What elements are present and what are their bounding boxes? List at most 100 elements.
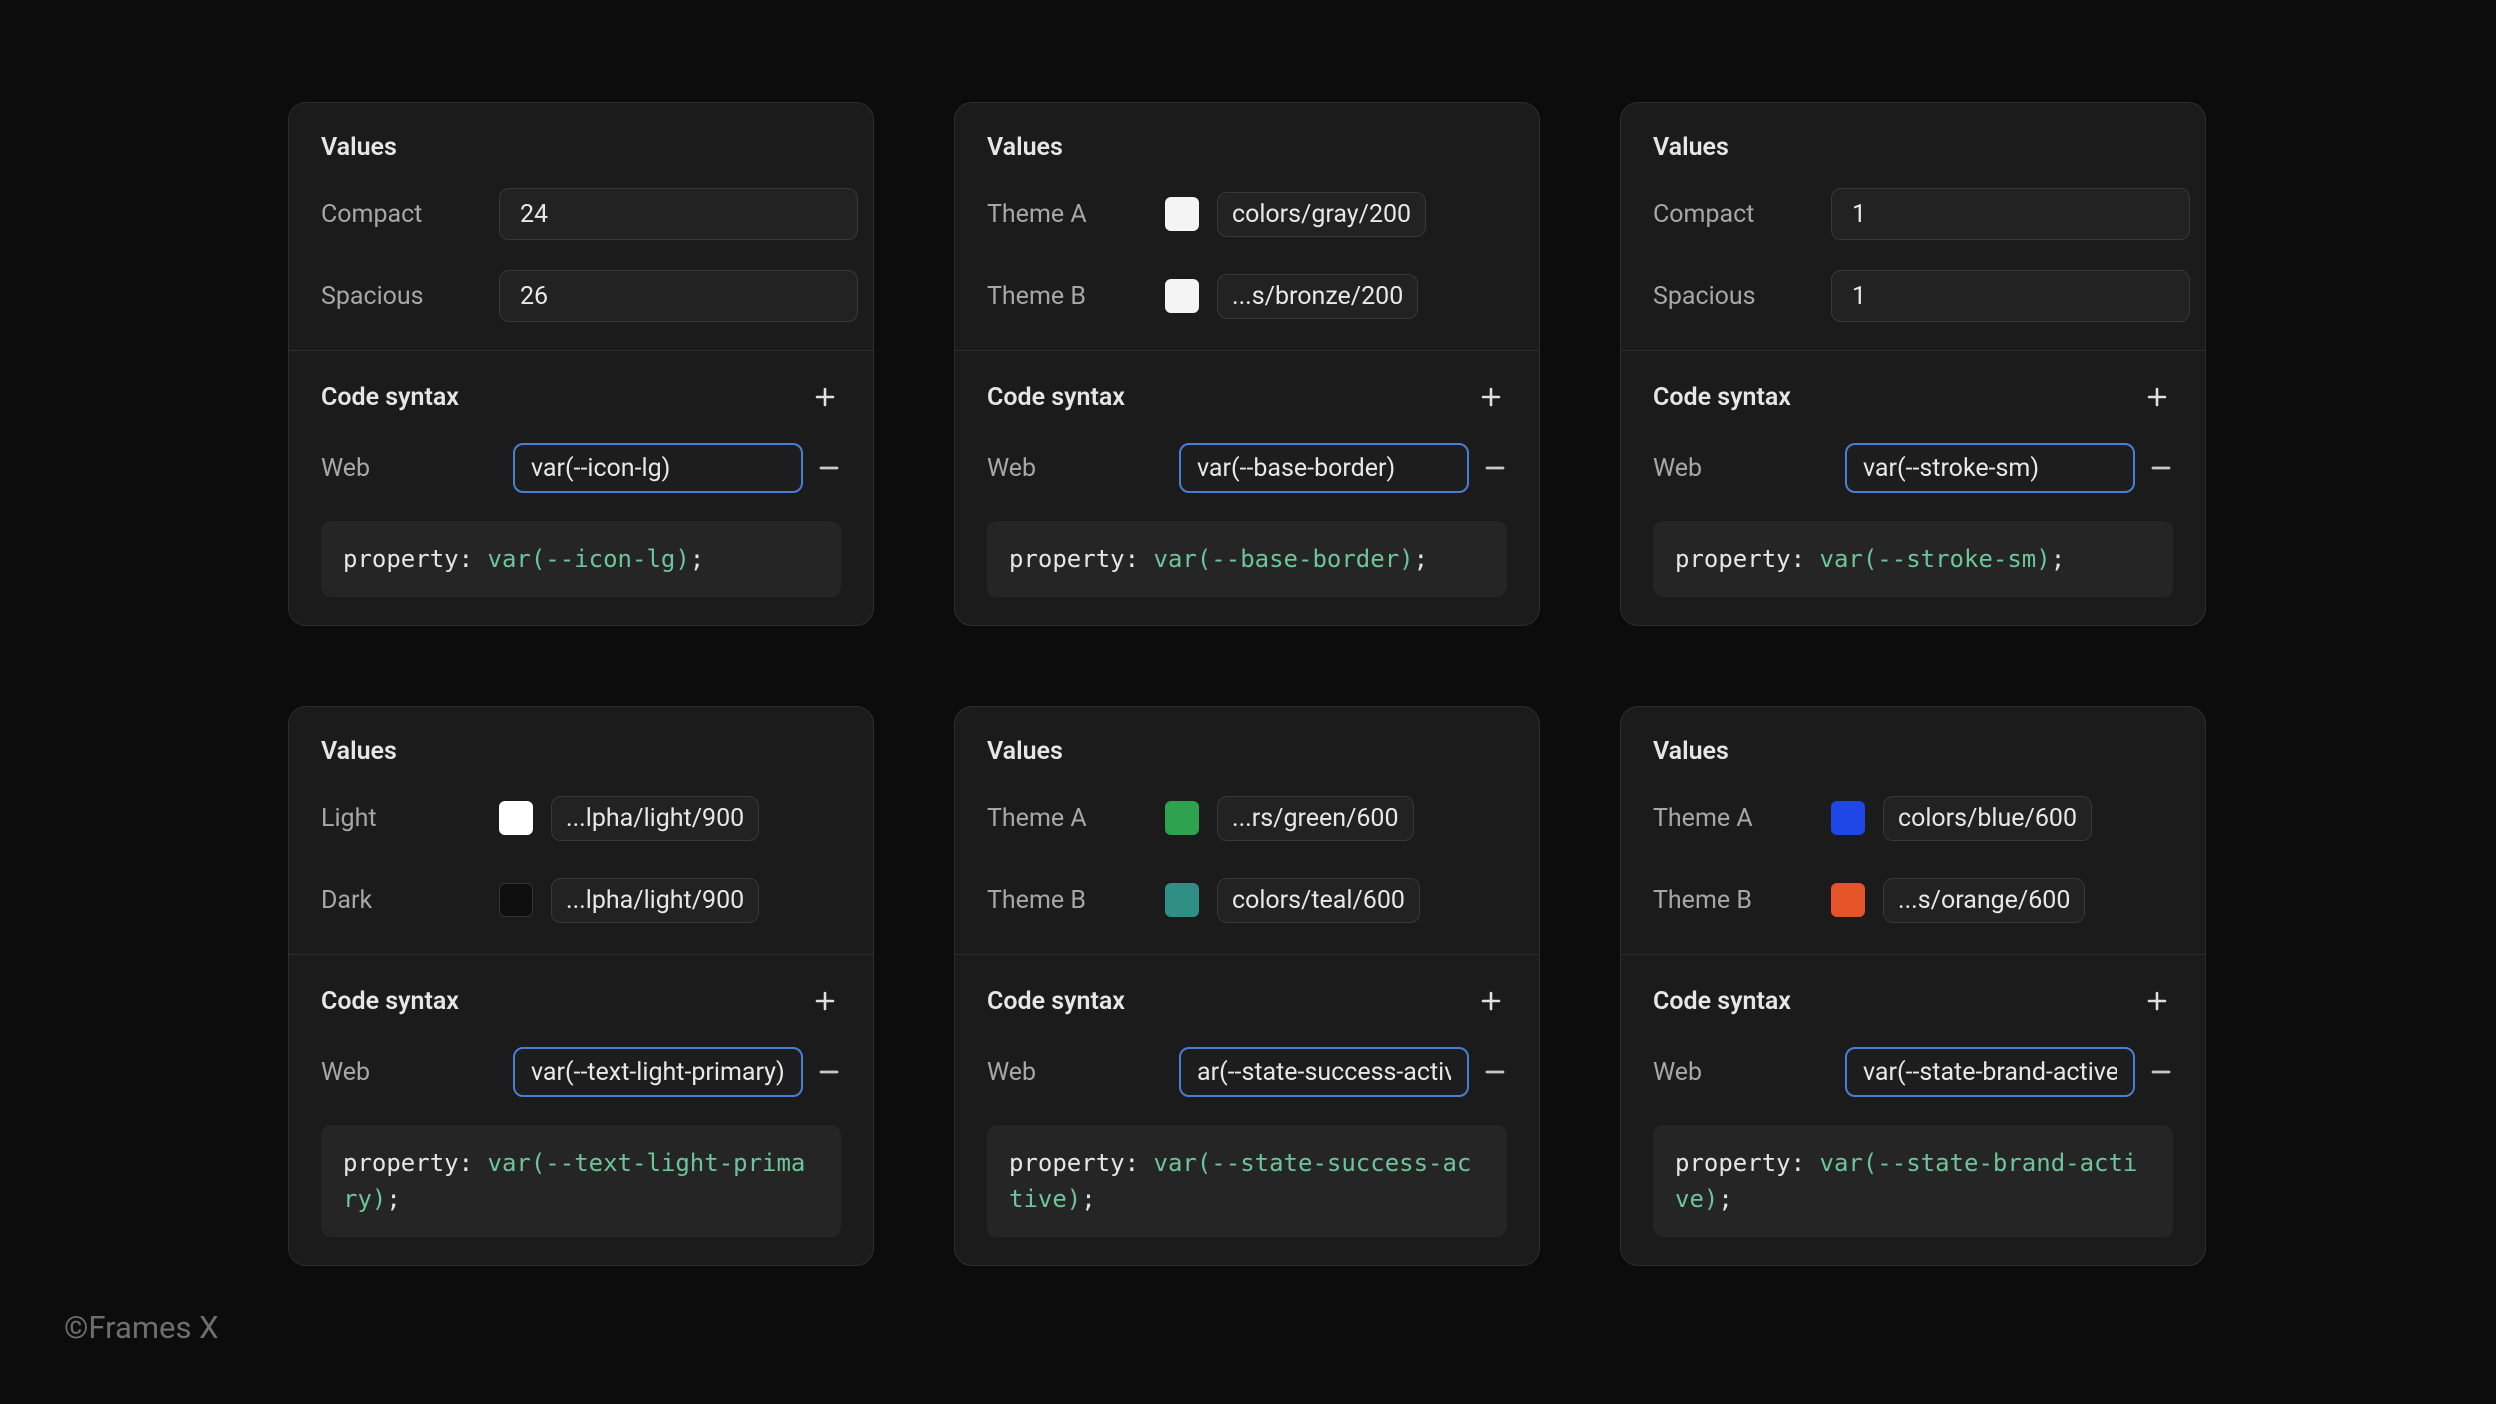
color-chip[interactable]: colors/blue/600 — [1883, 796, 2092, 841]
swatch-container: ...lpha/light/900 — [499, 878, 759, 923]
code-syntax-header: Code syntax — [1653, 381, 2173, 413]
code-syntax-header: Code syntax — [321, 985, 841, 1017]
value-row-label: Theme A — [987, 804, 1165, 833]
value-row-label: Theme B — [1653, 886, 1831, 915]
color-swatch[interactable] — [499, 801, 533, 835]
token-card: ValuesTheme Acolors/gray/200Theme B...s/… — [954, 102, 1540, 626]
color-swatch[interactable] — [499, 883, 533, 917]
code-preview: property: var(--icon-lg); — [321, 521, 841, 597]
color-chip[interactable]: ...rs/green/600 — [1217, 796, 1414, 841]
syntax-input[interactable] — [1845, 1047, 2135, 1097]
syntax-platform-label: Web — [1653, 454, 1831, 483]
color-swatch[interactable] — [1165, 279, 1199, 313]
value-row: Compact — [321, 188, 841, 240]
minus-icon[interactable] — [1483, 1060, 1507, 1084]
minus-icon[interactable] — [817, 456, 841, 480]
value-input[interactable] — [499, 270, 858, 322]
syntax-input[interactable] — [1845, 443, 2135, 493]
syntax-platform-label: Web — [321, 454, 499, 483]
color-swatch[interactable] — [1165, 197, 1199, 231]
values-heading: Values — [321, 737, 841, 766]
syntax-input[interactable] — [513, 1047, 803, 1097]
value-row: Theme A ...rs/green/600 — [987, 792, 1507, 844]
syntax-input[interactable] — [513, 443, 803, 493]
plus-icon[interactable] — [1475, 381, 1507, 413]
value-input[interactable] — [1831, 270, 2190, 322]
code-syntax-section: Code syntax Web property: var(--icon-lg); — [289, 351, 873, 625]
value-row: Theme Bcolors/teal/600 — [987, 874, 1507, 926]
token-card: Values Theme A colors/blue/600 Theme B ...s/… — [1620, 706, 2206, 1266]
code-syntax-heading: Code syntax — [321, 383, 459, 412]
value-row: Theme A colors/gray/200 — [987, 188, 1507, 240]
token-card: Values Compact Spacious Code syntax Web prope… — [1620, 102, 2206, 626]
values-section: ValuesTheme A...rs/green/600Theme Bcolor… — [955, 707, 1539, 955]
value-input[interactable] — [1831, 188, 2190, 240]
code-syntax-header: Code syntax — [321, 381, 841, 413]
color-swatch[interactable] — [1831, 801, 1865, 835]
value-row-label: Spacious — [1653, 282, 1831, 311]
value-row: Spacious — [321, 270, 841, 322]
code-semicolon: ; — [1414, 545, 1428, 573]
minus-icon[interactable] — [817, 1060, 841, 1084]
code-value: var(--icon-lg) — [488, 545, 690, 573]
code-syntax-header: Code syntax — [987, 985, 1507, 1017]
code-syntax-section: Code syntax Web property: var(--stroke-sm)… — [1621, 351, 2205, 625]
value-row: Compact — [1653, 188, 2173, 240]
code-preview: property: var(--stroke-sm); — [1653, 521, 2173, 597]
code-syntax-section: Code syntax Web property: var(--base-borde… — [955, 351, 1539, 625]
color-chip[interactable]: ...s/orange/600 — [1883, 878, 2085, 923]
color-chip[interactable]: colors/gray/200 — [1217, 192, 1426, 237]
values-heading: Values — [321, 133, 841, 162]
color-swatch[interactable] — [1165, 883, 1199, 917]
code-property: property: — [343, 545, 473, 573]
code-preview: property: var(--base-border); — [987, 521, 1507, 597]
value-input[interactable] — [499, 188, 858, 240]
value-row-label: Light — [321, 804, 499, 833]
token-card: ValuesTheme A...rs/green/600Theme Bcolor… — [954, 706, 1540, 1266]
color-chip[interactable]: ...s/bronze/200 — [1217, 274, 1418, 319]
value-row-label: Theme B — [987, 282, 1165, 311]
minus-icon[interactable] — [1483, 456, 1507, 480]
syntax-row: Web — [987, 1047, 1507, 1097]
plus-icon[interactable] — [2141, 381, 2173, 413]
code-syntax-heading: Code syntax — [987, 383, 1125, 412]
value-row: Light ...lpha/light/900 — [321, 792, 841, 844]
color-swatch[interactable] — [1831, 883, 1865, 917]
swatch-container: colors/blue/600 — [1831, 796, 2092, 841]
plus-icon[interactable] — [809, 985, 841, 1017]
value-row-label: Theme A — [1653, 804, 1831, 833]
plus-icon[interactable] — [2141, 985, 2173, 1017]
code-property: property: — [343, 1149, 473, 1177]
values-section: Values Light ...lpha/light/900 Dark ...lpha/… — [289, 707, 873, 955]
values-section: Values Compact Spacious — [289, 103, 873, 351]
values-heading: Values — [1653, 133, 2173, 162]
value-row-label: Theme A — [987, 200, 1165, 229]
code-semicolon: ; — [2051, 545, 2065, 573]
syntax-row: Web — [987, 443, 1507, 493]
token-card: Values Compact Spacious Code syntax Web prope… — [288, 102, 874, 626]
color-chip[interactable]: colors/teal/600 — [1217, 878, 1420, 923]
syntax-input[interactable] — [1179, 443, 1469, 493]
syntax-platform-label: Web — [321, 1058, 499, 1087]
color-swatch[interactable] — [1165, 801, 1199, 835]
value-row-label: Dark — [321, 886, 499, 915]
plus-icon[interactable] — [1475, 985, 1507, 1017]
minus-icon[interactable] — [2149, 1060, 2173, 1084]
code-syntax-section: Code syntaxWebproperty: var(--text-light… — [289, 955, 873, 1265]
code-preview: property: var(--state-brand-active); — [1653, 1125, 2173, 1237]
color-chip[interactable]: ...lpha/light/900 — [551, 878, 759, 923]
swatch-container: ...rs/green/600 — [1165, 796, 1414, 841]
code-syntax-section: Code syntaxWebproperty: var(--state-succ… — [955, 955, 1539, 1265]
code-property: property: — [1675, 1149, 1805, 1177]
value-row-label: Spacious — [321, 282, 499, 311]
values-heading: Values — [1653, 737, 2173, 766]
value-row-label: Compact — [321, 200, 499, 229]
values-section: Values Compact Spacious — [1621, 103, 2205, 351]
minus-icon[interactable] — [2149, 456, 2173, 480]
code-semicolon: ; — [1718, 1185, 1732, 1213]
plus-icon[interactable] — [809, 381, 841, 413]
swatch-container: ...s/bronze/200 — [1165, 274, 1418, 319]
color-chip[interactable]: ...lpha/light/900 — [551, 796, 759, 841]
syntax-input[interactable] — [1179, 1047, 1469, 1097]
code-syntax-header: Code syntax — [1653, 985, 2173, 1017]
